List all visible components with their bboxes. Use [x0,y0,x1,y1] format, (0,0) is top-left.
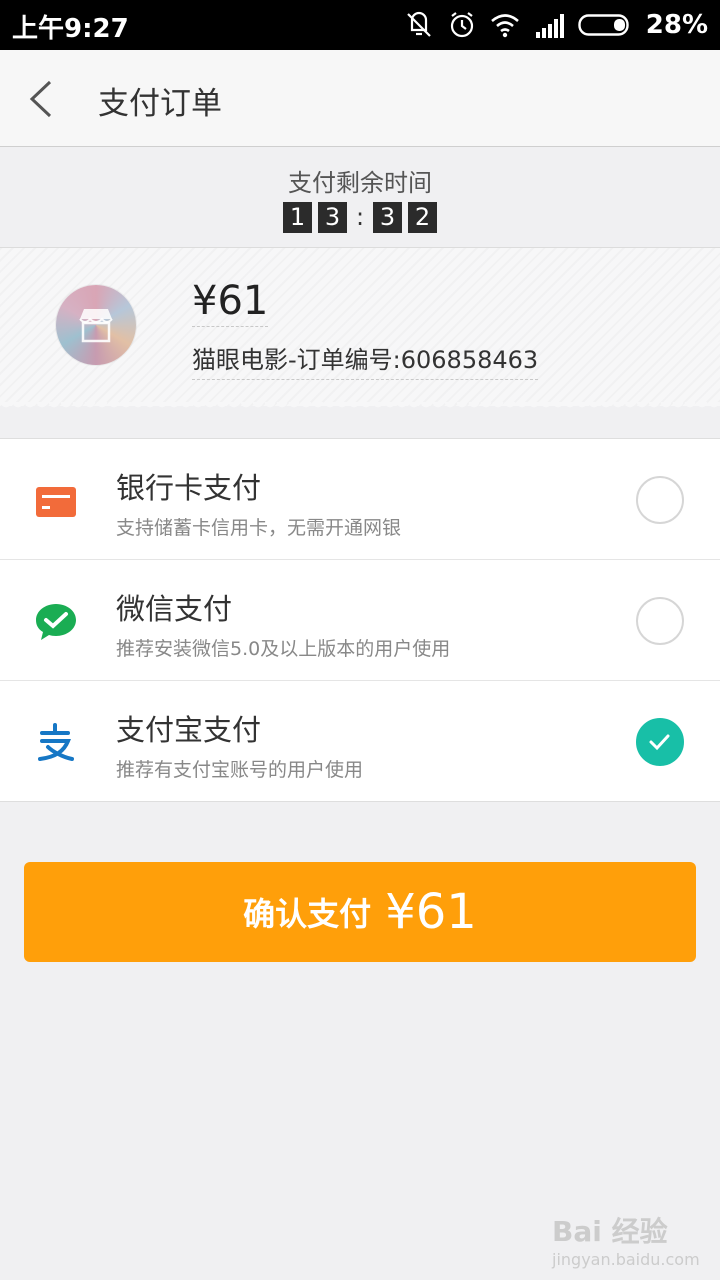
watermark-logo-text: Bai 经验 [552,1215,668,1248]
countdown-digit: 2 [408,202,438,233]
payment-radio[interactable] [636,476,684,524]
countdown-digit: 3 [317,202,347,233]
payment-method-alipay[interactable]: 支付宝支付 推荐有支付宝账号的用户使用 [0,681,720,801]
payment-method-list: 银行卡支付 支持储蓄卡信用卡，无需开通网银 微信支付 推荐安装微信5.0及以上版… [0,438,720,802]
confirm-amount: ¥61 [385,884,477,940]
avatar [56,285,136,365]
payment-method-subtitle: 支持储蓄卡信用卡，无需开通网银 [116,517,402,539]
status-time: 上午9:27 [12,14,129,44]
chevron-left-icon [29,80,52,118]
payment-method-bank-card[interactable]: 银行卡支付 支持储蓄卡信用卡，无需开通网银 [0,439,720,560]
alarm-icon [450,12,473,38]
back-button[interactable] [18,68,78,128]
payment-method-title: 支付宝支付 [116,713,262,747]
order-amount: ¥61 [192,278,269,327]
wechat-pay-icon [36,604,76,640]
order-description: 猫眼电影-订单编号:606858463 [192,340,539,380]
bank-card-icon [36,487,76,517]
wifi-icon [490,14,519,38]
check-icon [649,734,670,751]
payment-radio-selected[interactable] [636,718,684,766]
confirm-payment-button[interactable]: 确认支付 ¥61 [24,862,696,962]
countdown-digit: 1 [282,202,312,233]
status-icons: 28% [404,6,708,44]
watermark-url: jingyan.baidu.com [552,1250,700,1269]
store-icon [79,309,113,343]
order-summary: ¥61 猫眼电影-订单编号:606858463 [0,247,720,406]
payment-radio[interactable] [636,597,684,645]
countdown-separator: : [355,203,365,231]
title-bar: 支付订单 [0,50,720,147]
battery-icon [578,14,629,36]
countdown-digits: 1 3 : 3 2 [0,202,720,233]
countdown-section: 支付剩余时间 1 3 : 3 2 [0,147,720,247]
perforated-edge [0,402,720,410]
countdown-digit: 3 [373,202,403,233]
page-title: 支付订单 [98,86,222,122]
payment-method-title: 微信支付 [116,592,233,626]
battery-percent: 28% [645,10,708,40]
alipay-icon [38,723,74,761]
payment-method-wechat[interactable]: 微信支付 推荐安装微信5.0及以上版本的用户使用 [0,560,720,681]
watermark: Bai 经验 jingyan.baidu.com [552,1210,700,1269]
status-bar: 上午9:27 28% [0,0,720,50]
confirm-label: 确认支付 [243,895,372,933]
signal-icon [535,14,564,38]
countdown-label: 支付剩余时间 [288,169,432,197]
vibrate-off-icon [406,11,431,37]
payment-method-subtitle: 推荐有支付宝账号的用户使用 [116,759,364,781]
payment-method-subtitle: 推荐安装微信5.0及以上版本的用户使用 [116,638,451,660]
payment-method-title: 银行卡支付 [116,471,262,505]
